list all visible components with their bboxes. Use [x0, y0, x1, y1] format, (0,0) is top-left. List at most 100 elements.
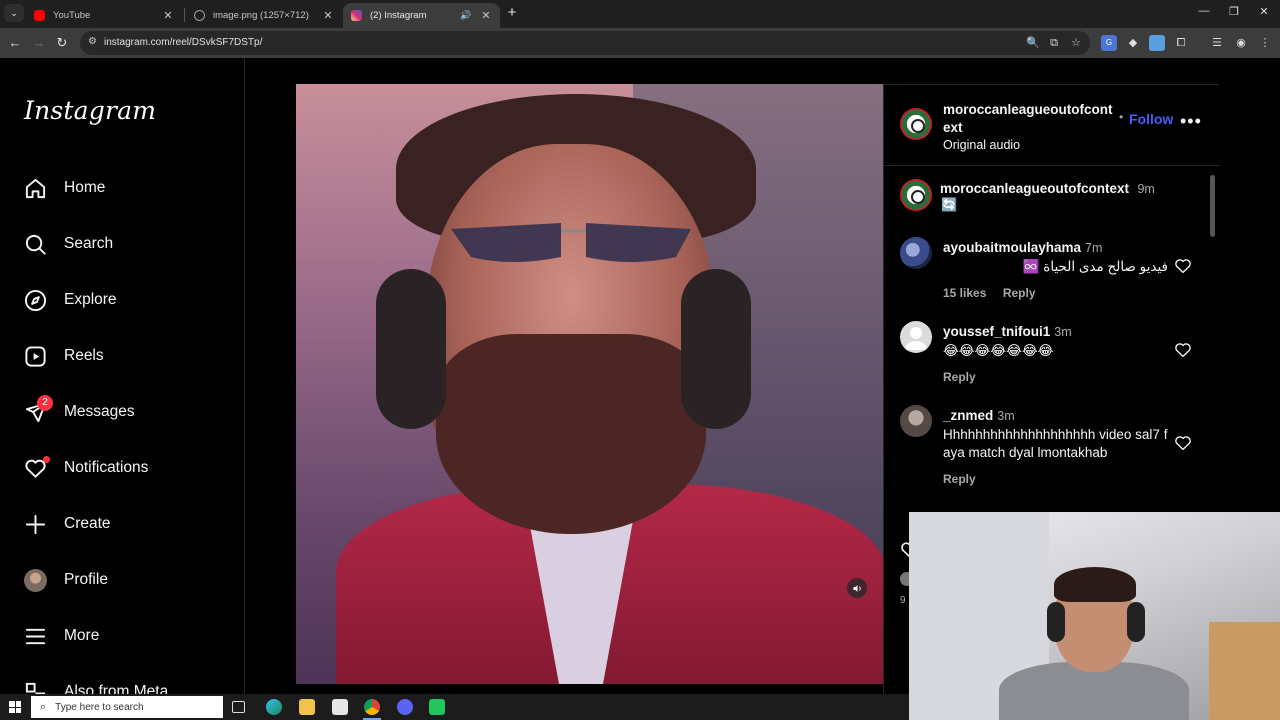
url-text[interactable]: instagram.com/reel/DSvkSF7DSTp/ — [104, 37, 262, 48]
sidebar: Instagram Home Search Explore Reels 2 Me… — [0, 58, 245, 702]
webcam-headphone-left — [1047, 602, 1065, 642]
windows-taskbar: ⌕ Type here to search — [0, 694, 909, 720]
kebab-menu-icon[interactable]: ⋮ — [1257, 35, 1273, 51]
instagram-icon — [351, 10, 362, 21]
audio-label[interactable]: Original audio — [943, 138, 1020, 152]
site-info-icon[interactable]: ⚙ — [88, 36, 97, 47]
tab-bar: ⌄ YouTube ✕ image.png (1257×712) ✕ (2) I… — [0, 0, 1280, 28]
sidebar-item-label: Home — [64, 179, 106, 196]
sidebar-item-notifications[interactable]: Notifications — [24, 448, 234, 488]
comment-likes[interactable]: 15 likes — [943, 286, 986, 300]
video-headphone-left — [376, 269, 446, 429]
caption-username[interactable]: moroccanleagueoutofcontext — [940, 181, 1129, 196]
zoom-icon[interactable]: 🔍 — [1025, 35, 1041, 51]
back-icon[interactable]: ← — [6, 34, 24, 52]
task-view-icon[interactable] — [232, 701, 245, 713]
comment-username[interactable]: ayoubaitmoulayhama — [943, 240, 1081, 255]
translate-extension-icon[interactable]: G — [1101, 35, 1117, 51]
messages-badge: 2 — [37, 394, 53, 411]
bookmark-star-icon[interactable]: ☆ — [1068, 35, 1084, 51]
video-headphone-right — [681, 269, 751, 429]
author-username[interactable]: moroccanleagueoutofcont ext — [943, 101, 1118, 137]
reels-icon — [24, 345, 47, 368]
sidebar-item-explore[interactable]: Explore — [24, 280, 234, 320]
forward-icon[interactable]: → — [30, 34, 48, 52]
sidebar-item-create[interactable]: Create — [24, 504, 234, 544]
post-time-partial: 9 — [900, 595, 906, 606]
comment-time: 3m — [997, 409, 1015, 423]
comment-username[interactable]: _znmed — [943, 408, 993, 423]
reply-button[interactable]: Reply — [1003, 286, 1036, 300]
instagram-logo[interactable]: Instagram — [24, 96, 156, 125]
sidebar-item-home[interactable]: Home — [24, 168, 234, 208]
webcam-door — [1209, 622, 1280, 720]
sidebar-item-messages[interactable]: 2 Messages — [24, 392, 234, 432]
comment-item: ayoubaitmoulayhama 7m فيديو صالح مدى الحي… — [943, 239, 1168, 302]
taskbar-search[interactable]: ⌕ Type here to search — [31, 696, 223, 718]
caption-header: moroccanleagueoutofcontext 9m — [940, 180, 1155, 198]
mute-button[interactable] — [847, 578, 867, 598]
follow-button[interactable]: Follow — [1129, 111, 1173, 127]
messenger-icon: 2 — [24, 394, 53, 424]
edge-icon[interactable] — [266, 699, 282, 715]
tab-youtube[interactable]: YouTube ✕ — [26, 3, 182, 28]
new-tab-icon[interactable]: + — [503, 4, 521, 22]
like-heart-icon[interactable] — [1174, 341, 1192, 359]
sidebar-item-reels[interactable]: Reels — [24, 336, 234, 376]
reply-button[interactable]: Reply — [943, 370, 976, 384]
browser-toolbar: ← → ↻ ⚙ instagram.com/reel/DSvkSF7DSTp/ … — [0, 28, 1280, 58]
like-heart-icon[interactable] — [1174, 434, 1192, 452]
close-tab-icon[interactable]: ✕ — [162, 9, 174, 22]
reply-button[interactable]: Reply — [943, 472, 976, 486]
reel-video[interactable] — [296, 84, 883, 684]
search-icon: ⌕ — [40, 700, 47, 713]
discord-icon[interactable] — [397, 699, 413, 715]
close-tab-icon[interactable]: ✕ — [322, 9, 334, 22]
extension-icon[interactable]: ◆ — [1125, 35, 1141, 51]
profile-icon[interactable]: ◉ — [1233, 35, 1249, 51]
tab-image[interactable]: image.png (1257×712) ✕ — [186, 3, 342, 28]
speaker-icon[interactable]: 🔊 — [460, 10, 472, 21]
comment-avatar[interactable] — [900, 237, 932, 269]
reading-list-icon[interactable]: ☰ — [1209, 35, 1225, 51]
comment-avatar[interactable] — [900, 405, 932, 437]
chrome-icon[interactable] — [364, 699, 380, 715]
sidebar-item-profile[interactable]: Profile — [24, 560, 234, 600]
address-bar[interactable]: ⚙ instagram.com/reel/DSvkSF7DSTp/ 🔍 ⧉ ☆ — [80, 31, 1090, 55]
green-app-icon[interactable] — [429, 699, 445, 715]
tab-search-icon[interactable]: ⌄ — [4, 4, 24, 22]
comment-username[interactable]: youssef_tnifoui1 — [943, 324, 1050, 339]
tab-divider — [184, 8, 185, 22]
author-avatar[interactable] — [900, 108, 932, 140]
minimize-icon[interactable]: — — [1194, 5, 1214, 17]
header-divider — [884, 165, 1220, 166]
caption-text: 🔄 — [941, 197, 958, 212]
comment-text: Hhhhhhhhhhhhhhhhhhhh video sal7 f aya ma… — [943, 427, 1168, 460]
cast-icon[interactable]: ⧉ — [1046, 35, 1062, 51]
globe-icon — [194, 10, 205, 21]
plus-icon — [24, 513, 47, 536]
reload-icon[interactable]: ↻ — [53, 34, 71, 52]
comment-text: فيديو صالح مدى الحياة ♾️ — [1022, 259, 1168, 274]
close-window-icon[interactable]: ✕ — [1254, 5, 1274, 18]
caption-avatar[interactable] — [900, 179, 932, 211]
close-tab-icon[interactable]: ✕ — [480, 9, 492, 22]
tab-instagram[interactable]: (2) Instagram 🔊 ✕ — [343, 3, 500, 28]
like-heart-icon[interactable] — [1174, 257, 1192, 275]
comment-time: 7m — [1085, 241, 1103, 255]
photo-extension-icon[interactable] — [1149, 35, 1165, 51]
restore-icon[interactable]: ❐ — [1224, 5, 1244, 18]
sidebar-item-search[interactable]: Search — [24, 224, 234, 264]
sidebar-item-more[interactable]: More — [24, 616, 234, 656]
comments-scrollbar[interactable] — [1210, 175, 1215, 237]
comment-avatar[interactable] — [900, 321, 932, 353]
windows-start-icon[interactable] — [9, 701, 21, 713]
sidebar-item-label: More — [64, 627, 100, 644]
avatar — [24, 568, 47, 592]
puzzle-icon[interactable]: ⧠ — [1173, 35, 1189, 51]
more-options-icon[interactable]: ••• — [1180, 111, 1202, 132]
store-icon[interactable] — [332, 699, 348, 715]
heart-icon — [24, 455, 50, 480]
file-explorer-icon[interactable] — [299, 699, 315, 715]
sidebar-item-label: Profile — [64, 571, 108, 588]
